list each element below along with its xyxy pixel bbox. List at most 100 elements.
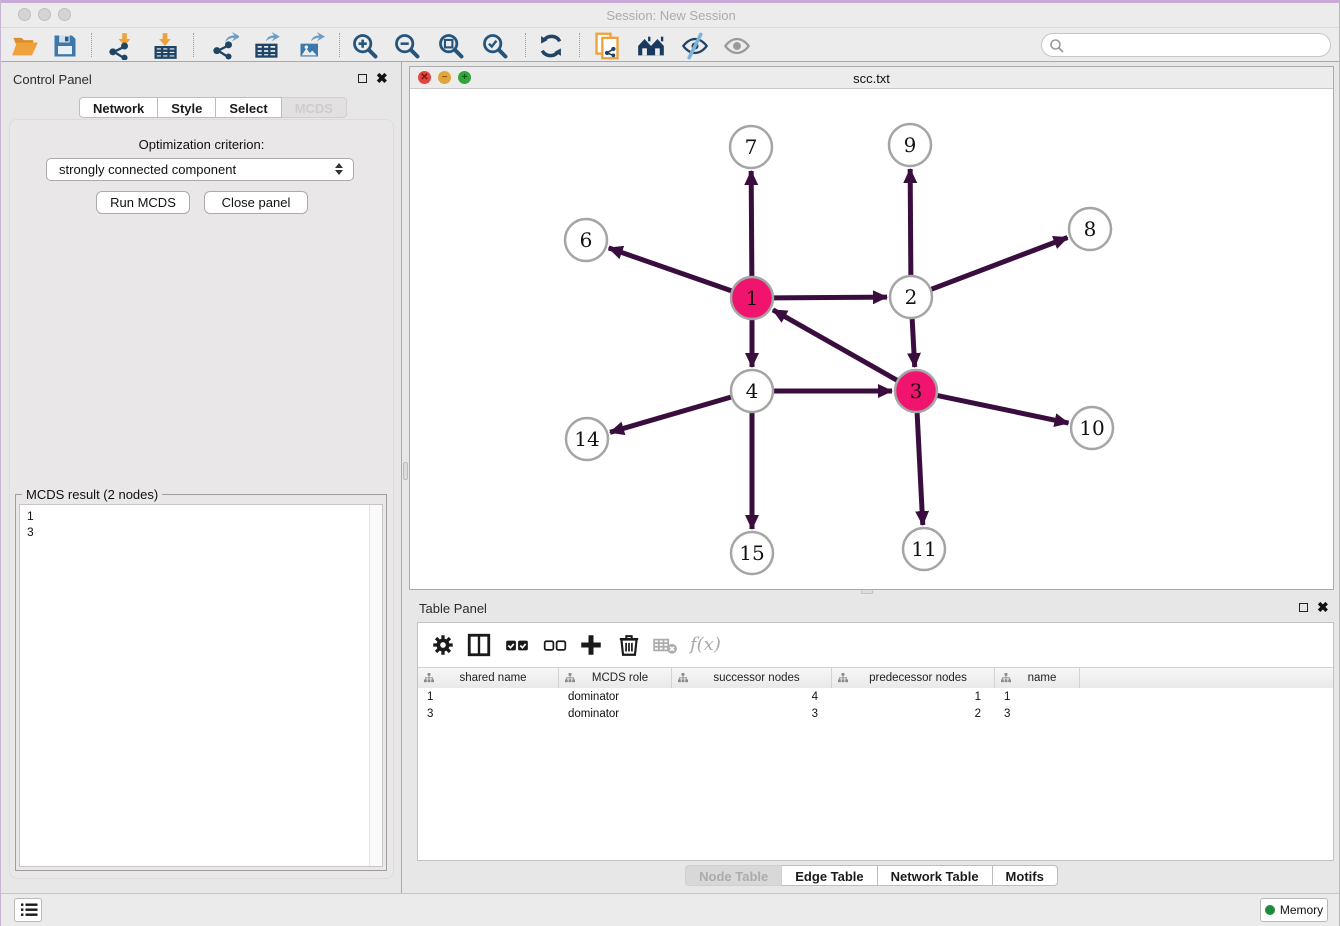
apply-layout-icon[interactable]: [537, 32, 565, 60]
float-table-panel-icon[interactable]: [1299, 603, 1308, 612]
float-panel-icon[interactable]: [358, 74, 367, 83]
zoom-in-icon[interactable]: [351, 32, 379, 60]
table-cell[interactable]: 2: [832, 706, 995, 723]
mcds-result-groupbox: MCDS result (2 nodes) 13: [15, 494, 387, 871]
gear-icon[interactable]: [430, 632, 456, 658]
graph-edge-3-1[interactable]: [773, 310, 897, 380]
function-icon[interactable]: f(x): [690, 632, 730, 658]
table-cell[interactable]: dominator: [559, 706, 672, 723]
tab-node-table[interactable]: Node Table: [685, 865, 782, 886]
graph-node-2[interactable]: 2: [890, 276, 932, 318]
graph-edge-2-8[interactable]: [932, 238, 1068, 290]
tab-mcds[interactable]: MCDS: [282, 97, 347, 118]
export-table-icon[interactable]: [253, 32, 281, 60]
toolbar-separator: [339, 33, 340, 57]
network-view-window: ✕ − + scc.txt 7 9 6 8 1 2 4 3 14 10 15 11: [409, 66, 1334, 590]
table-cell[interactable]: 3: [995, 706, 1080, 723]
zoom-fit-icon[interactable]: [437, 32, 465, 60]
graph-node-9[interactable]: 9: [889, 124, 931, 166]
graph-node-8[interactable]: 8: [1069, 208, 1111, 250]
delete-icon[interactable]: [616, 632, 642, 658]
network-window-titlebar[interactable]: ✕ − + scc.txt: [410, 67, 1333, 89]
import-table-icon[interactable]: [151, 32, 179, 60]
column-header-mcds-role[interactable]: MCDS role: [559, 668, 672, 688]
close-table-panel-icon[interactable]: ✖: [1317, 602, 1329, 612]
graph-edge-1-6[interactable]: [609, 248, 732, 291]
tab-network-table[interactable]: Network Table: [878, 865, 993, 886]
table-cell[interactable]: 1: [995, 689, 1080, 706]
search-field[interactable]: [1068, 36, 1323, 54]
graph-edge-3-11[interactable]: [917, 413, 923, 525]
graph-node-3[interactable]: 3: [895, 370, 937, 412]
graph-edge-1-2[interactable]: [774, 297, 887, 298]
mcds-result-textarea[interactable]: 13: [19, 504, 383, 867]
zoom-out-icon[interactable]: [393, 32, 421, 60]
graph-edge-3-10[interactable]: [938, 396, 1069, 424]
criterion-dropdown[interactable]: strongly connected component: [46, 158, 354, 181]
tab-style[interactable]: Style: [158, 97, 216, 118]
task-history-button[interactable]: [14, 898, 42, 922]
save-session-icon[interactable]: [51, 32, 79, 60]
import-network-icon[interactable]: [107, 32, 135, 60]
result-scrollbar[interactable]: [369, 505, 382, 866]
graph-node-15[interactable]: 15: [731, 532, 773, 574]
split-columns-icon[interactable]: [466, 632, 492, 658]
graph-node-11[interactable]: 11: [903, 528, 945, 570]
table-cell[interactable]: 3: [418, 706, 559, 723]
graph-node-10[interactable]: 10: [1071, 407, 1113, 449]
column-header-name[interactable]: name: [995, 668, 1080, 688]
table-cell[interactable]: dominator: [559, 689, 672, 706]
criterion-value: strongly connected component: [59, 162, 236, 177]
graph-edge-2-3[interactable]: [912, 319, 915, 367]
memory-button-label: Memory: [1280, 903, 1323, 917]
search-input[interactable]: [1041, 33, 1331, 57]
table-cell[interactable]: 1: [832, 689, 995, 706]
table-cell[interactable]: 3: [672, 706, 832, 723]
graph-edge-4-14[interactable]: [610, 397, 731, 432]
graph-edge-1-7[interactable]: [751, 171, 752, 276]
delete-table-icon[interactable]: [652, 632, 678, 658]
window-title: Session: New Session: [1, 8, 1340, 23]
table-header-row: shared nameMCDS rolesuccessor nodesprede…: [418, 667, 1333, 687]
column-header-successor-nodes[interactable]: successor nodes: [672, 668, 832, 688]
clear-checkboxes-icon[interactable]: [542, 632, 568, 658]
graph-node-14[interactable]: 14: [566, 418, 608, 460]
vertical-splitter[interactable]: [401, 62, 409, 893]
open-session-icon[interactable]: [11, 32, 39, 60]
clone-network-icon[interactable]: [593, 32, 621, 60]
svg-text:9: 9: [904, 133, 917, 157]
zoom-selected-icon[interactable]: [481, 32, 509, 60]
table-cell[interactable]: 4: [672, 689, 832, 706]
hide-selected-icon[interactable]: [681, 32, 709, 60]
column-header-shared-name[interactable]: shared name: [418, 668, 559, 688]
close-panel-icon[interactable]: ✖: [376, 73, 388, 83]
graph-node-1[interactable]: 1: [731, 277, 773, 319]
tab-select[interactable]: Select: [216, 97, 281, 118]
table-row[interactable]: 1dominator411: [418, 689, 1333, 706]
status-bar: Memory: [1, 893, 1340, 926]
application-window: Session: New Session: [0, 0, 1340, 926]
add-column-icon[interactable]: [578, 632, 604, 658]
svg-text:6: 6: [580, 228, 593, 252]
select-all-checkboxes-icon[interactable]: [504, 632, 530, 658]
tab-network[interactable]: Network: [79, 97, 158, 118]
network-canvas[interactable]: 7 9 6 8 1 2 4 3 14 10 15 11: [410, 89, 1333, 589]
table-panel-tabs: Node TableEdge TableNetwork TableMotifs: [409, 865, 1334, 886]
splitter-handle[interactable]: [403, 462, 408, 480]
export-network-icon[interactable]: [211, 32, 239, 60]
tab-motifs[interactable]: Motifs: [993, 865, 1058, 886]
show-all-icon[interactable]: [723, 32, 751, 60]
export-image-icon[interactable]: [297, 32, 325, 60]
table-row[interactable]: 3dominator323: [418, 706, 1333, 723]
graph-node-7[interactable]: 7: [730, 126, 772, 168]
close-panel-button[interactable]: Close panel: [204, 191, 308, 214]
run-mcds-button[interactable]: Run MCDS: [96, 191, 190, 214]
graph-node-6[interactable]: 6: [565, 219, 607, 261]
tab-edge-table[interactable]: Edge Table: [782, 865, 877, 886]
memory-button[interactable]: Memory: [1260, 898, 1328, 922]
graph-node-4[interactable]: 4: [731, 370, 773, 412]
table-cell[interactable]: 1: [418, 689, 559, 706]
graph-edge-2-9[interactable]: [910, 169, 911, 275]
column-header-predecessor-nodes[interactable]: predecessor nodes: [832, 668, 995, 688]
houses-icon[interactable]: [637, 32, 665, 60]
